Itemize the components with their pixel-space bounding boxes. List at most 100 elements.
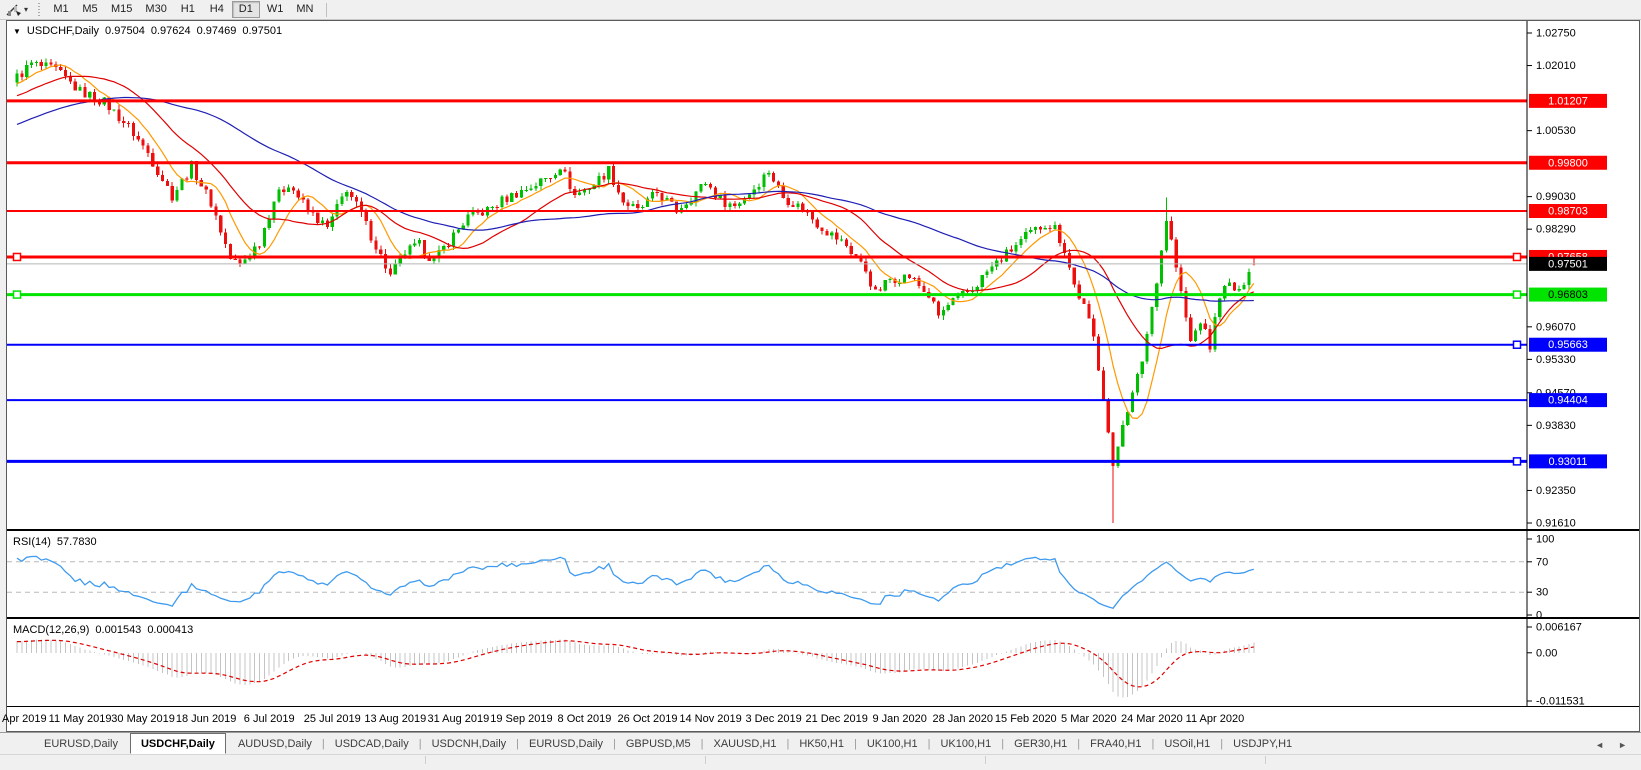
status-bar <box>0 754 1641 764</box>
chart-tab-usdcnh-daily[interactable]: USDCNH,Daily <box>422 735 517 754</box>
rsi-panel[interactable]: RSI(14) 57.7830 100 70 30 0 <box>7 529 1639 619</box>
price-chart-panel[interactable]: ▼ USDCHF,Daily 0.97504 0.97624 0.97469 0… <box>7 21 1639 529</box>
rsi-tick-label: 70 <box>1536 556 1548 568</box>
timeframe-button-d1[interactable]: D1 <box>231 1 260 18</box>
line-handle[interactable] <box>1512 457 1522 466</box>
rsi-label: RSI(14) 57.7830 <box>13 536 97 548</box>
tabs-scroll-right-icon[interactable]: ► <box>1618 740 1627 750</box>
date-label: 3 Dec 2019 <box>745 713 802 725</box>
chart-tab-hk50-h1[interactable]: HK50,H1 <box>789 735 854 754</box>
date-label: 21 Dec 2019 <box>805 713 868 725</box>
tabs-scroll-left-icon[interactable]: ◄ <box>1595 740 1604 750</box>
macd-label: MACD(12,26,9) 0.001543 0.000413 <box>13 624 194 636</box>
macd-plot[interactable]: 0.0061670.00-0.011531 <box>7 619 1639 708</box>
macd-signal-line <box>17 639 1254 688</box>
date-label: 23 Apr 2019 <box>0 713 47 725</box>
chart-tab-fra40-h1[interactable]: FRA40,H1 <box>1080 735 1151 754</box>
price-level-tag-label: 1.01207 <box>1548 95 1588 107</box>
price-tick-label: 0.98290 <box>1536 224 1576 236</box>
chart-symbol-label: USDCHF,Daily <box>26 25 100 37</box>
rsi-tick-label: 100 <box>1536 534 1554 546</box>
date-label: 14 Nov 2019 <box>679 713 742 725</box>
price-level-tag-label: 0.98703 <box>1548 206 1588 218</box>
chart-tab-ger30-h1[interactable]: GER30,H1 <box>1004 735 1077 754</box>
ohlc-low: 0.97469 <box>196 25 237 37</box>
chart-tab-audusd-daily[interactable]: AUDUSD,Daily <box>228 735 322 754</box>
date-label: 26 Oct 2019 <box>617 713 678 725</box>
price-tick-label: 1.02010 <box>1536 60 1576 72</box>
line-handle[interactable] <box>1512 252 1522 262</box>
line-handle[interactable] <box>1512 290 1522 299</box>
price-tick-label: 1.00530 <box>1536 125 1576 137</box>
price-level-tag-label: 0.96803 <box>1548 289 1588 301</box>
ohlc-close: 0.97501 <box>242 25 283 37</box>
chart-window: ▼ USDCHF,Daily 0.97504 0.97624 0.97469 0… <box>0 20 1640 732</box>
timeframe-button-m30[interactable]: M30 <box>139 1 172 18</box>
price-tick-label: 0.92350 <box>1536 485 1576 497</box>
candles[interactable] <box>15 58 1256 523</box>
date-label: 8 Oct 2019 <box>557 713 612 725</box>
date-label: 18 Jun 2019 <box>175 713 237 725</box>
chart-tab-usdchf-daily[interactable]: USDCHF,Daily <box>129 733 226 754</box>
price-tick-label: 0.99030 <box>1536 191 1576 203</box>
timeframe-button-m15[interactable]: M15 <box>105 1 138 18</box>
price-tick-label: 1.02750 <box>1536 28 1576 40</box>
candlestick-chart[interactable]: 1.02750 1.02010 1.00530 0.99030 0.98290 0.960… <box>7 21 1639 529</box>
toolbar-separator <box>326 2 328 17</box>
date-label: 11 Apr 2020 <box>1185 713 1245 725</box>
chart-tools-button[interactable]: ▾ <box>2 2 32 18</box>
rsi-line <box>16 555 1254 609</box>
date-label: 11 May 2019 <box>48 713 112 725</box>
timeframe-button-h4[interactable]: H4 <box>203 1 231 18</box>
chart-tab-uk100-h1[interactable]: UK100,H1 <box>930 735 1001 754</box>
timeframe-button-mn[interactable]: MN <box>290 1 319 18</box>
chart-tools-icon <box>6 4 21 16</box>
macd-panel[interactable]: MACD(12,26,9) 0.001543 0.000413 0.006167 0.… <box>7 617 1639 708</box>
ohlc-high: 0.97624 <box>150 25 191 37</box>
chart-tools-caret-icon: ▾ <box>24 5 29 14</box>
current-price-tag-label: 0.97501 <box>1548 258 1588 270</box>
date-label: 13 Aug 2019 <box>364 713 427 725</box>
line-handle[interactable] <box>12 252 22 262</box>
moving-average-55 <box>16 96 1254 302</box>
chart-tab-eurusd-daily[interactable]: EURUSD,Daily <box>519 735 613 754</box>
price-tick-label: 0.95330 <box>1536 354 1576 366</box>
date-label: 25 Jul 2019 <box>303 713 361 725</box>
line-handle[interactable] <box>12 290 22 299</box>
chart-tab-usdjpy-h1[interactable]: USDJPY,H1 <box>1223 735 1302 754</box>
chart-tab-bar: ◄ ► EURUSD,Daily USDCHF,Daily AUDUSD,Daily… <box>0 732 1641 754</box>
macd-tick-label: 0.006167 <box>1536 622 1582 634</box>
chart-title: ▼ USDCHF,Daily 0.97504 0.97624 0.97469 0… <box>13 25 282 37</box>
chart-tab-usoil-h1[interactable]: USOil,H1 <box>1154 735 1220 754</box>
chart-tab-usdcad-daily[interactable]: USDCAD,Daily <box>325 735 419 754</box>
price-tick-label: 0.96070 <box>1536 321 1576 333</box>
ohlc-open: 0.97504 <box>105 25 145 37</box>
date-label: 15 Feb 2020 <box>994 713 1057 725</box>
date-label: 19 Sep 2019 <box>490 713 553 725</box>
chart-tab-eurusd-daily[interactable]: EURUSD,Daily <box>34 735 128 754</box>
price-level-tag-label: 0.99800 <box>1548 157 1588 169</box>
line-handle[interactable] <box>1512 340 1522 349</box>
timeframe-button-h1[interactable]: H1 <box>174 1 202 18</box>
toolbar-grip <box>37 2 43 17</box>
date-label: 28 Jan 2020 <box>932 713 994 725</box>
chart-tab-gbpusd-m5[interactable]: GBPUSD,M5 <box>616 735 701 754</box>
date-label: 30 May 2019 <box>111 713 175 725</box>
price-tick-label: 0.91610 <box>1536 517 1576 529</box>
price-level-tag-label: 0.94404 <box>1548 395 1588 407</box>
timeframe-button-w1[interactable]: W1 <box>261 1 290 18</box>
chart-tab-xauusd-h1[interactable]: XAUUSD,H1 <box>704 735 787 754</box>
timeframe-button-m1[interactable]: M1 <box>47 1 75 18</box>
date-label: 9 Jan 2020 <box>872 713 927 725</box>
price-level-tag-label: 0.93011 <box>1549 456 1588 468</box>
rsi-plot[interactable]: 10070300 <box>7 531 1639 619</box>
date-label: 6 Jul 2019 <box>243 713 295 725</box>
top-toolbar: ▾ M1 M5 M15 M30 H1 H4 D1 W1 MN <box>0 0 1641 20</box>
timeframe-button-m5[interactable]: M5 <box>76 1 104 18</box>
date-axis[interactable]: 23 Apr 201911 May 201930 May 201918 Jun … <box>0 706 1639 731</box>
date-label: 31 Aug 2019 <box>427 713 490 725</box>
chart-tab-uk100-h1[interactable]: UK100,H1 <box>857 735 928 754</box>
date-label: 24 Mar 2020 <box>1121 713 1183 725</box>
price-tick-label: 0.93830 <box>1536 420 1576 432</box>
collapse-triangle-icon: ▼ <box>13 26 21 36</box>
